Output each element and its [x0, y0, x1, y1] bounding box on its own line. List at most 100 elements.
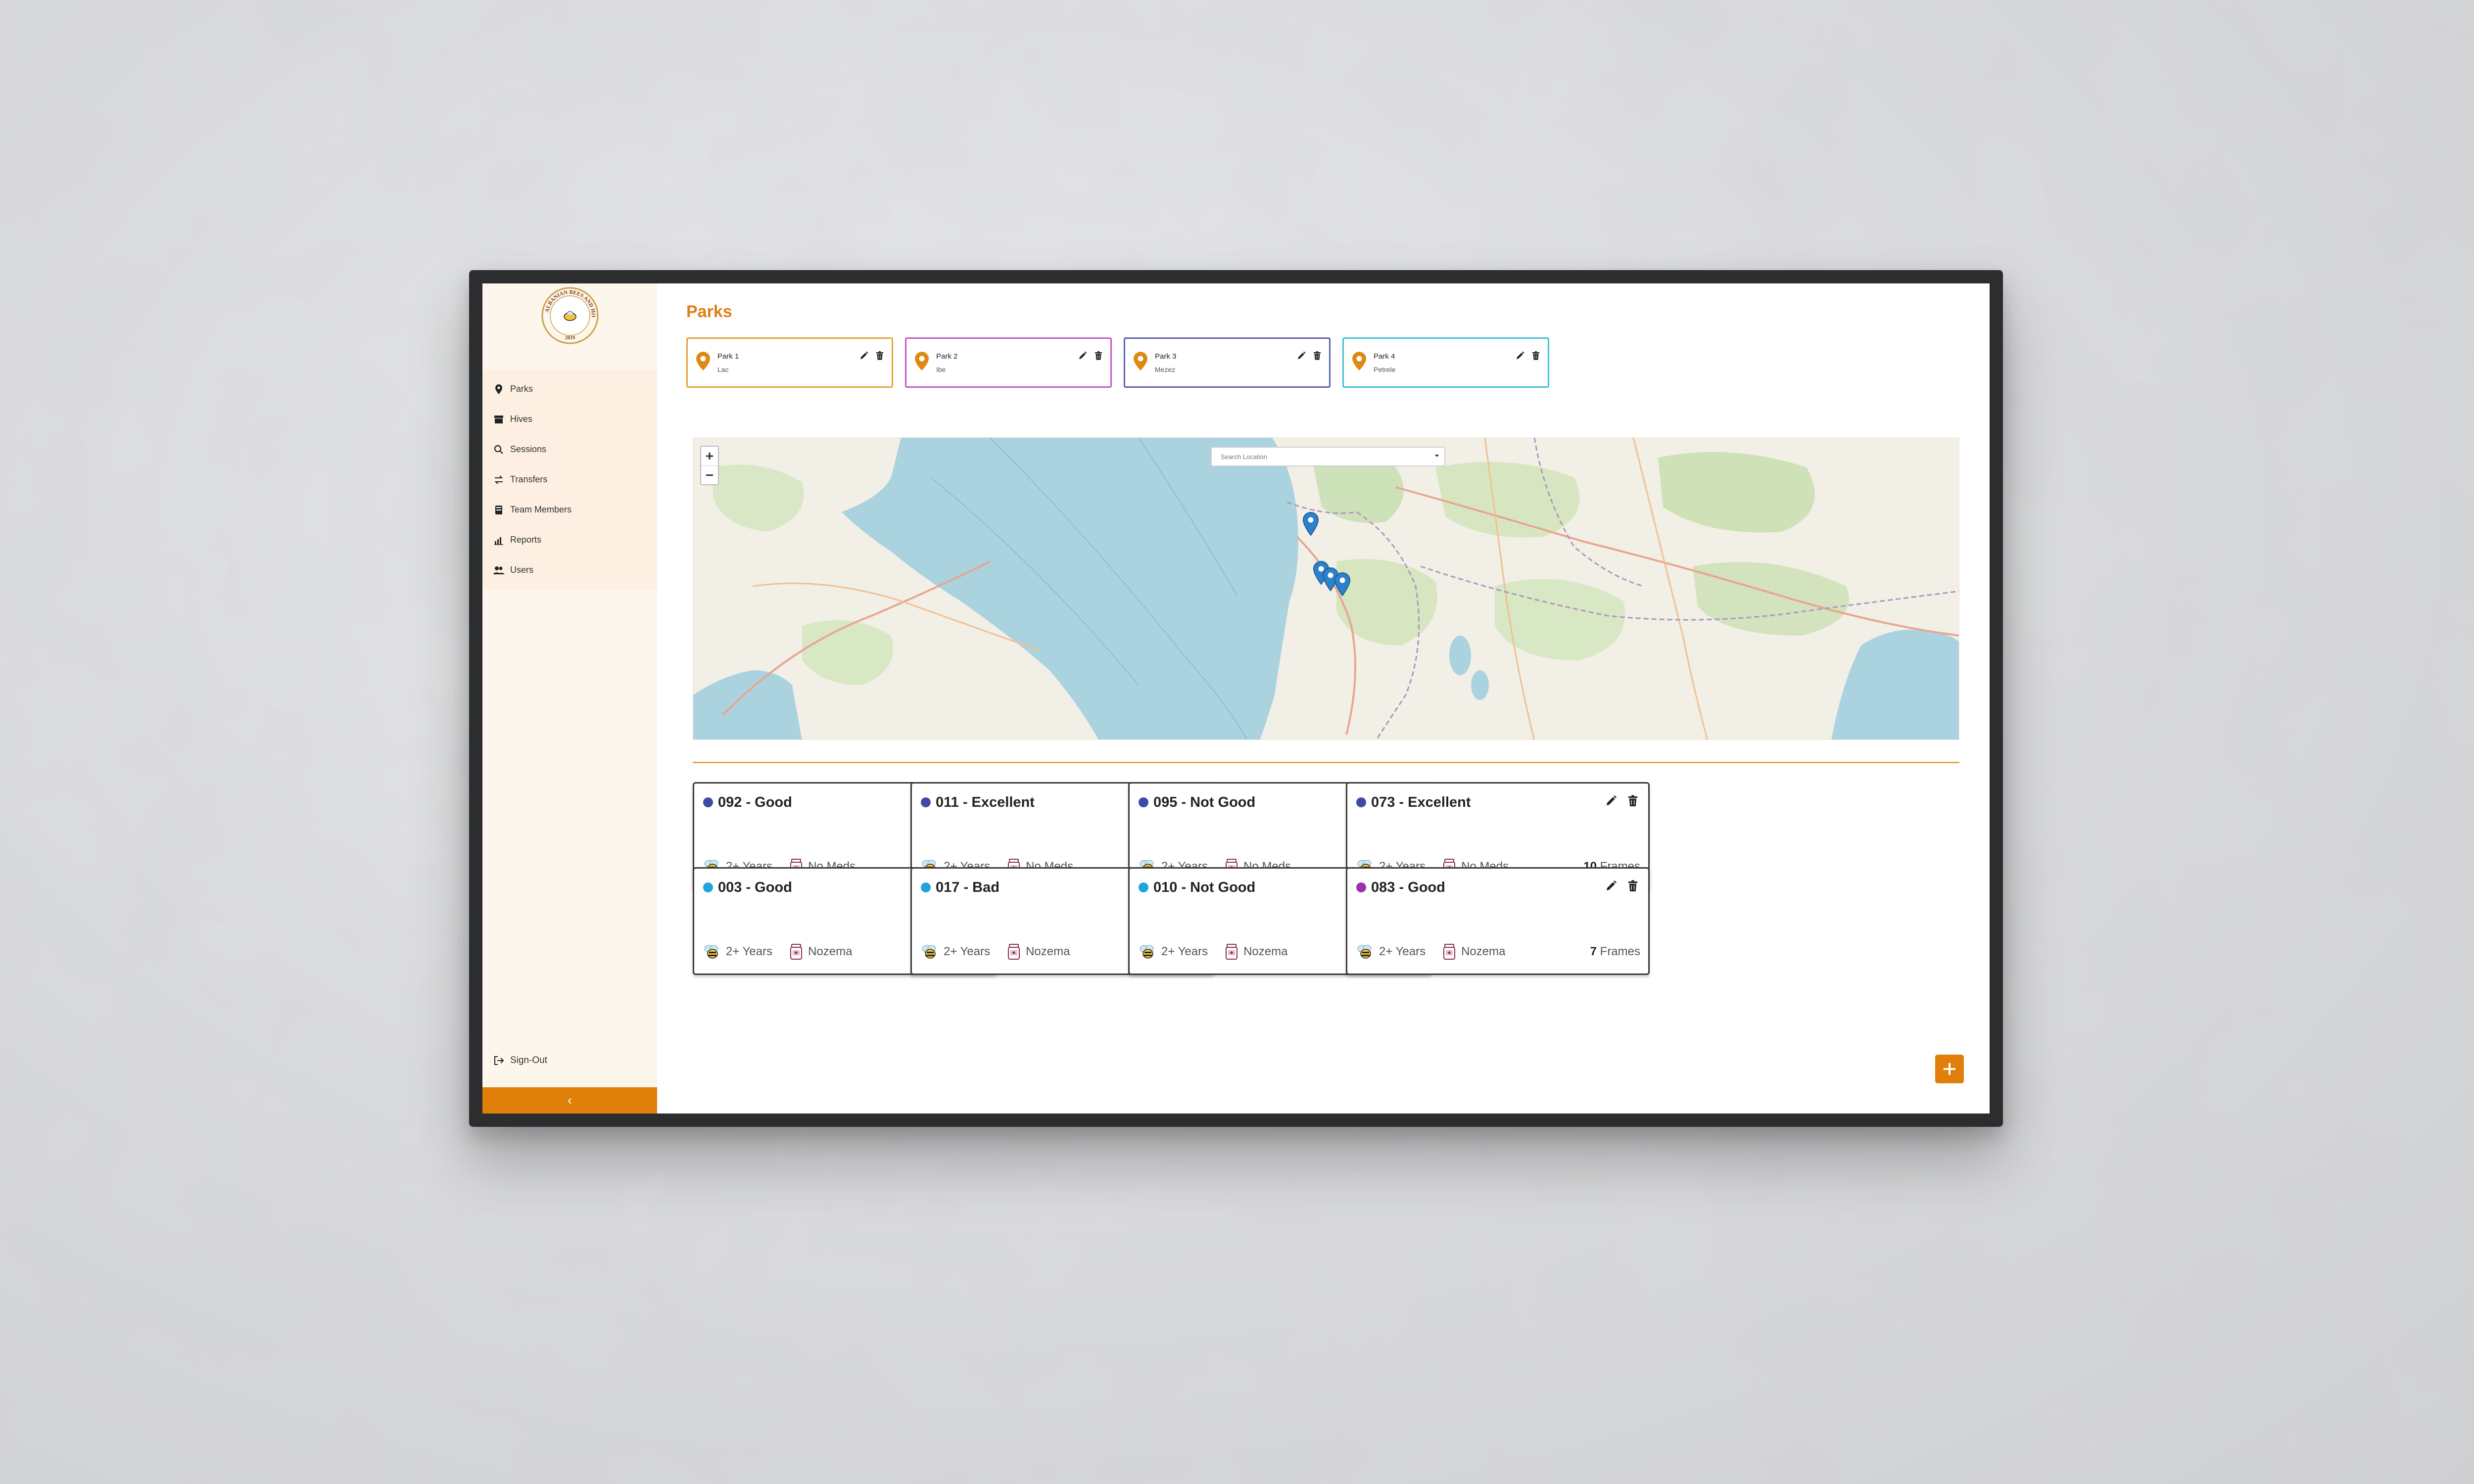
edit-pencil-icon[interactable] — [1605, 794, 1618, 807]
hive-frames: 7 Frames — [1590, 945, 1640, 959]
medicine-jar-icon — [1226, 944, 1238, 960]
team-icon — [493, 505, 504, 515]
medicine-jar-icon — [1008, 944, 1020, 960]
map-pin-icon — [1352, 352, 1366, 371]
bee-icon — [704, 945, 718, 959]
park-location: Lac — [717, 366, 729, 373]
hive-title: 017 - Bad — [936, 880, 999, 895]
hive-age: 2+ Years — [944, 945, 991, 958]
hive-status-dot — [703, 882, 713, 892]
sidebar-item-team-members[interactable]: Team Members — [482, 495, 657, 525]
frames-count: 7 — [1590, 945, 1597, 958]
sidebar-collapse-button[interactable]: ‹ — [482, 1087, 657, 1113]
sidebar-nav: Parks Hives Sessions Transfers Team Memb… — [482, 370, 657, 589]
sidebar-item-label: Team Members — [510, 505, 572, 514]
search-icon — [493, 444, 504, 455]
transfer-icon — [493, 474, 504, 485]
sidebar-item-users[interactable]: Users — [482, 555, 657, 585]
hive-status-dot — [1356, 797, 1366, 807]
park-name: Park 2 — [936, 352, 958, 361]
parks-map[interactable]: + − — [693, 437, 1959, 740]
hive-status-dot — [703, 797, 713, 807]
monitor: ALBANIAN BEES AND HONEY 2019 Parks Hives… — [469, 270, 2003, 1127]
map-pin-icon — [1134, 352, 1147, 371]
edit-pencil-icon[interactable] — [1605, 880, 1618, 892]
sidebar-item-label: Transfers — [510, 474, 548, 484]
users-icon — [493, 565, 504, 576]
map-marker-icon[interactable] — [1303, 512, 1319, 536]
sidebar-item-label: Parks — [510, 384, 533, 394]
trash-icon[interactable] — [1626, 880, 1639, 892]
hive-title: 095 - Not Good — [1153, 794, 1256, 810]
sidebar: ALBANIAN BEES AND HONEY 2019 Parks Hives… — [482, 283, 657, 1113]
trash-icon[interactable] — [1531, 351, 1541, 361]
park-card[interactable]: Park 2 Ibe — [905, 337, 1112, 388]
edit-pencil-icon[interactable] — [1296, 351, 1306, 361]
brand-logo: ALBANIAN BEES AND HONEY 2019 — [540, 286, 599, 344]
section-divider — [693, 762, 1959, 763]
bee-icon — [922, 945, 936, 959]
sidebar-item-hives[interactable]: Hives — [482, 404, 657, 434]
map-marker-icon[interactable] — [1334, 572, 1350, 596]
hive-title: 010 - Not Good — [1153, 880, 1256, 895]
park-location: Mezez — [1155, 366, 1176, 373]
zoom-in-button[interactable]: + — [701, 447, 718, 465]
hive-status-dot — [921, 882, 931, 892]
frames-label: Frames — [1600, 945, 1640, 958]
hive-status-dot — [921, 797, 931, 807]
edit-pencil-icon[interactable] — [859, 351, 869, 361]
hive-title: 011 - Excellent — [936, 794, 1035, 810]
map-zoom-control: + − — [700, 446, 719, 485]
trash-icon[interactable] — [1094, 351, 1103, 361]
add-button[interactable] — [1935, 1055, 1964, 1083]
hive-title: 073 - Excellent — [1371, 794, 1471, 810]
sign-out-icon — [493, 1055, 504, 1066]
park-card[interactable]: Park 1 Lac — [686, 337, 893, 388]
hive-icon — [493, 414, 504, 425]
app-screen: ALBANIAN BEES AND HONEY 2019 Parks Hives… — [482, 283, 1990, 1113]
page-title: Parks — [686, 302, 732, 321]
bar-chart-icon — [493, 535, 504, 546]
trash-icon[interactable] — [1312, 351, 1322, 361]
sidebar-item-label: Hives — [510, 414, 533, 424]
dropdown-arrow-icon[interactable] — [1434, 453, 1440, 459]
hive-age: 2+ Years — [726, 945, 773, 958]
chevron-left-icon: ‹ — [568, 1093, 572, 1108]
map-pin-icon — [493, 384, 504, 395]
trash-icon[interactable] — [875, 351, 885, 361]
park-name: Park 3 — [1155, 352, 1177, 361]
park-location: Ibe — [936, 366, 946, 373]
zoom-out-button[interactable]: − — [701, 465, 718, 484]
svg-text:2019: 2019 — [565, 335, 575, 341]
park-name: Park 4 — [1374, 352, 1395, 361]
park-card[interactable]: Park 3 Mezez — [1124, 337, 1331, 388]
medicine-jar-icon — [790, 944, 803, 960]
map-search-input[interactable] — [1211, 447, 1445, 466]
hive-status-dot — [1356, 882, 1366, 892]
map-pin-icon — [915, 352, 929, 371]
bee-icon — [1357, 945, 1372, 959]
sidebar-item-parks[interactable]: Parks — [482, 374, 657, 404]
hive-status-dot — [1139, 797, 1148, 807]
sidebar-item-label: Sessions — [510, 444, 547, 454]
bee-icon — [1140, 945, 1154, 959]
sidebar-item-sessions[interactable]: Sessions — [482, 434, 657, 464]
sidebar-item-reports[interactable]: Reports — [482, 525, 657, 555]
edit-pencil-icon[interactable] — [1078, 351, 1088, 361]
map-pin-icon — [696, 352, 710, 371]
hive-age: 2+ Years — [1161, 945, 1208, 958]
hive-title: 092 - Good — [718, 794, 792, 810]
trash-icon[interactable] — [1626, 794, 1639, 807]
sign-out-button[interactable]: Sign-Out — [493, 1055, 547, 1066]
sidebar-item-transfers[interactable]: Transfers — [482, 464, 657, 495]
hive-status-dot — [1139, 882, 1148, 892]
edit-pencil-icon[interactable] — [1515, 351, 1525, 361]
hive-title: 003 - Good — [718, 880, 792, 895]
medicine-jar-icon — [1443, 944, 1456, 960]
park-card[interactable]: Park 4 Petrele — [1342, 337, 1549, 388]
hive-age: 2+ Years — [1379, 945, 1426, 958]
hive-card[interactable]: 083 - Good 2+ Years Nozema 7 Frames — [1346, 867, 1650, 975]
sidebar-item-label: Users — [510, 565, 534, 575]
park-location: Petrele — [1374, 366, 1396, 373]
hive-title: 083 - Good — [1371, 880, 1445, 895]
